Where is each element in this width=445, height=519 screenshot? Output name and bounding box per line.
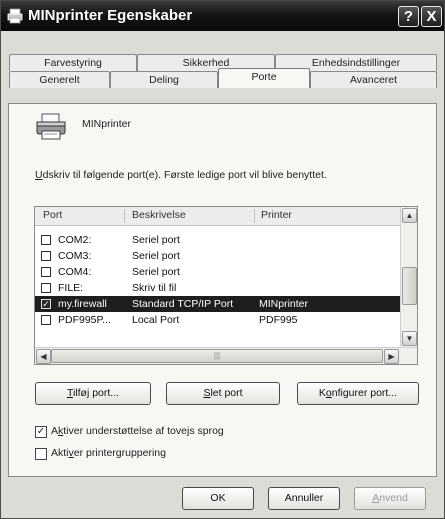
close-button[interactable]: X (421, 6, 442, 27)
horizontal-scroll-thumb[interactable]: ||| (51, 349, 383, 363)
column-divider[interactable] (254, 209, 255, 223)
vertical-scroll-thumb[interactable] (402, 267, 417, 305)
tab-generelt[interactable]: Generelt (9, 71, 110, 88)
bidirectional-checkbox[interactable]: ✓ (35, 426, 47, 438)
port-description: Skriv til fil (132, 282, 177, 294)
pooling-prefix: Akti (51, 447, 69, 459)
pooling-checkbox[interactable] (35, 448, 47, 460)
apply-button[interactable]: Anvend (354, 487, 426, 510)
printer-name: MINprinter (82, 118, 132, 130)
scroll-left-icon[interactable]: ◀ (36, 349, 51, 364)
port-printer: PDF995 (259, 314, 298, 326)
port-checkbox-checked[interactable]: ✓ (41, 299, 51, 309)
horizontal-scrollbar[interactable]: ◀ ||| ▶ (35, 347, 417, 364)
port-checkbox[interactable] (41, 315, 51, 325)
port-name: FILE: (58, 282, 84, 294)
delete-port-label: let port (210, 387, 243, 399)
port-list-header: Port Beskrivelse Printer (35, 207, 400, 226)
port-description: Seriel port (132, 266, 180, 278)
port-row[interactable]: PDF995P... Local Port PDF995 (35, 312, 400, 328)
port-name: PDF995P... (58, 314, 111, 326)
port-row[interactable]: COM3: Seriel port (35, 248, 400, 264)
window-title: MINprinter Egenskaber (28, 7, 193, 24)
help-button[interactable]: ? (398, 6, 419, 27)
scroll-up-icon[interactable]: ▲ (402, 208, 417, 223)
column-header-port[interactable]: Port (43, 209, 62, 221)
port-instruction: Udskriv til følgende port(e). Første led… (35, 169, 327, 181)
printer-icon (36, 113, 66, 140)
port-description: Local Port (132, 314, 180, 326)
bidirectional-label[interactable]: Aktiver understøttelse af tovejs sprog (51, 425, 224, 437)
pooling-label[interactable]: Aktiver printergruppering (51, 447, 166, 459)
port-row[interactable]: COM4: Seriel port (35, 264, 400, 280)
configure-port-prefix: K (318, 387, 326, 399)
bidirectional-text: tiver understøttelse af tovejs sprog (63, 425, 224, 437)
delete-port-button[interactable]: Slet port (166, 382, 280, 405)
tab-porte[interactable]: Porte (218, 68, 310, 88)
port-name: COM4: (58, 266, 92, 278)
apply-label: nvend (379, 492, 408, 504)
port-description: Standard TCP/IP Port (132, 298, 234, 310)
column-header-description[interactable]: Beskrivelse (132, 209, 186, 221)
instruction-hotkey: U (35, 169, 43, 181)
scroll-right-icon[interactable]: ▶ (384, 349, 399, 364)
add-port-button[interactable]: Tilføj port... (35, 382, 151, 405)
port-checkbox[interactable] (41, 251, 51, 261)
tab-deling[interactable]: Deling (110, 71, 218, 88)
configure-port-label: nfigurer port... (331, 387, 398, 399)
title-bar: MINprinter Egenskaber ? X (1, 1, 444, 31)
vertical-scrollbar[interactable]: ▲ ▼ (400, 207, 417, 347)
printer-properties-dialog: MINprinter Egenskaber ? X Farvestyring S… (0, 0, 445, 519)
port-list[interactable]: Port Beskrivelse Printer COM2: Seriel po… (34, 206, 418, 365)
port-row[interactable]: COM2: Seriel port (35, 232, 400, 248)
pooling-text: er printergruppering (73, 447, 166, 459)
configure-port-button[interactable]: Konfigurer port... (297, 382, 419, 405)
column-header-printer[interactable]: Printer (261, 209, 292, 221)
port-printer: MINprinter (259, 298, 309, 310)
add-port-label: ilføj port... (72, 387, 120, 399)
port-description: Seriel port (132, 234, 180, 246)
ok-button[interactable]: OK (182, 487, 254, 510)
tab-farvestyring[interactable]: Farvestyring (9, 54, 137, 71)
port-row-selected[interactable]: ✓ my.firewall Standard TCP/IP Port MINpr… (35, 296, 400, 312)
port-description: Seriel port (132, 250, 180, 262)
column-divider[interactable] (124, 209, 125, 223)
port-name: my.firewall (58, 298, 107, 310)
port-checkbox[interactable] (41, 283, 51, 293)
instruction-text: dskriv til følgende port(e). Første ledi… (42, 169, 327, 181)
bidirectional-prefix: A (51, 425, 59, 437)
printer-icon (7, 8, 23, 24)
port-name: COM2: (58, 234, 92, 246)
scroll-down-icon[interactable]: ▼ (402, 331, 417, 346)
port-checkbox[interactable] (41, 267, 51, 277)
port-checkbox[interactable] (41, 235, 51, 245)
tab-avanceret[interactable]: Avanceret (310, 71, 437, 88)
cancel-button[interactable]: Annuller (268, 487, 340, 510)
port-row[interactable]: FILE: Skriv til fil (35, 280, 400, 296)
port-name: COM3: (58, 250, 92, 262)
